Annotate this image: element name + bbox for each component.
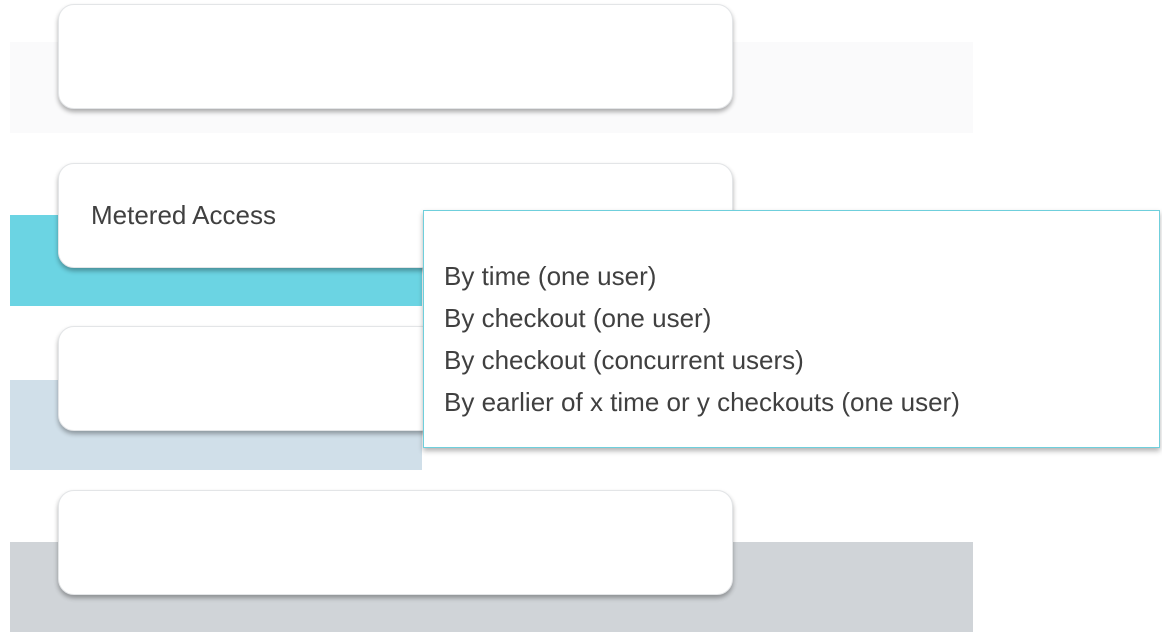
option-item: By checkout (one user): [444, 303, 712, 333]
card-4: [58, 490, 733, 595]
options-box: By time (one user) By checkout (one user…: [423, 210, 1160, 448]
option-item: By time (one user): [444, 261, 657, 291]
card-2-label: Metered Access: [91, 200, 276, 230]
option-item: By checkout (concurrent users): [444, 345, 804, 375]
card-1: [58, 4, 733, 109]
option-item: By earlier of x time or y checkouts (one…: [444, 387, 960, 417]
